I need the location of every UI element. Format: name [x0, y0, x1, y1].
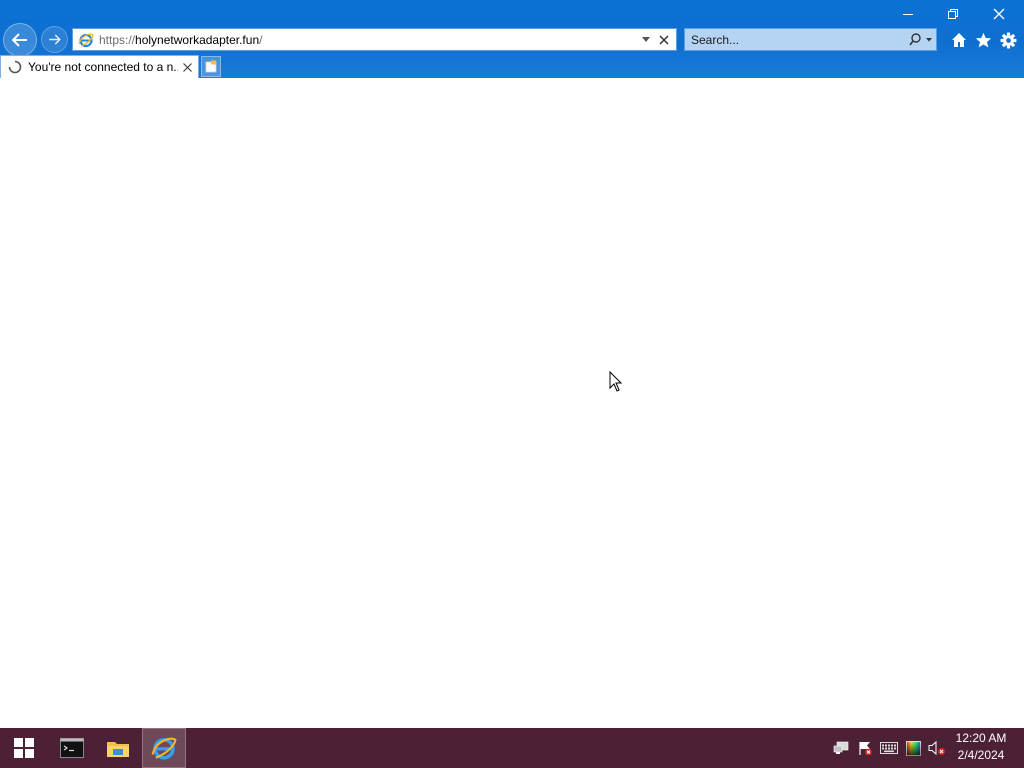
folder-icon: [107, 742, 129, 757]
new-tab-button[interactable]: [201, 56, 221, 77]
search-icon: [909, 32, 932, 45]
mouse-cursor-icon: [609, 371, 623, 392]
back-button[interactable]: [3, 23, 37, 57]
forward-arrow-icon: [49, 34, 61, 45]
start-button[interactable]: [2, 728, 46, 768]
minimize-button[interactable]: [885, 0, 931, 28]
url-host: holynetworkadapter.fun: [135, 32, 260, 47]
taskbar-file-explorer[interactable]: [96, 728, 140, 768]
gear-icon: [1000, 32, 1016, 48]
address-bar[interactable]: https://holynetworkadapter.fun/: [72, 28, 677, 51]
windows-logo-icon: [14, 738, 34, 758]
tab-title: You're not connected to a n...: [28, 60, 178, 74]
home-icon: [952, 33, 966, 47]
internet-explorer-icon: [151, 737, 177, 760]
forward-button[interactable]: [41, 26, 68, 53]
close-icon: [659, 35, 669, 44]
tab-close-button[interactable]: [178, 58, 196, 76]
search-input[interactable]: [685, 29, 906, 50]
chevron-down-icon: [642, 37, 650, 42]
browser-chrome: https://holynetworkadapter.fun/ Search..…: [0, 0, 1024, 78]
close-icon: [993, 8, 1005, 20]
volume-muted-icon[interactable]: [927, 738, 947, 758]
taskbar-command-prompt[interactable]: [50, 728, 94, 768]
command-prompt-icon: [60, 738, 84, 758]
stop-button[interactable]: [654, 30, 674, 50]
address-url[interactable]: https://holynetworkadapter.fun/: [99, 33, 638, 47]
tab-active[interactable]: You're not connected to a n...: [0, 55, 199, 78]
url-path: /: [259, 32, 263, 47]
star-icon: [975, 32, 991, 47]
home-button[interactable]: [948, 29, 970, 51]
taskbar: 12:20 AM 2/4/2024: [0, 728, 1024, 768]
close-icon: [182, 62, 192, 72]
favorites-button[interactable]: [972, 29, 994, 51]
minimize-icon: [903, 14, 913, 15]
network-icon[interactable]: [831, 738, 851, 758]
close-window-button[interactable]: [976, 0, 1022, 28]
page-content: [0, 78, 1024, 728]
address-dropdown-button[interactable]: [638, 30, 654, 50]
search-button[interactable]: [906, 29, 936, 50]
flag-icon[interactable]: [855, 738, 875, 758]
search-box[interactable]: [684, 28, 937, 51]
new-tab-icon: [205, 60, 217, 73]
taskbar-clock[interactable]: 12:20 AM 2/4/2024: [950, 730, 1012, 766]
internet-explorer-icon: [76, 30, 96, 50]
taskbar-internet-explorer[interactable]: [142, 728, 186, 768]
loading-spinner-icon: [8, 60, 22, 74]
back-arrow-icon: [11, 33, 27, 47]
restore-icon: [948, 9, 958, 19]
keyboard-icon[interactable]: [879, 738, 899, 758]
clock-date: 2/4/2024: [957, 748, 1005, 762]
restore-button[interactable]: [930, 0, 976, 28]
url-scheme: https://: [99, 32, 136, 47]
color-icon[interactable]: [903, 738, 923, 758]
clock-time: 12:20 AM: [955, 731, 1007, 745]
tools-button[interactable]: [997, 29, 1019, 51]
